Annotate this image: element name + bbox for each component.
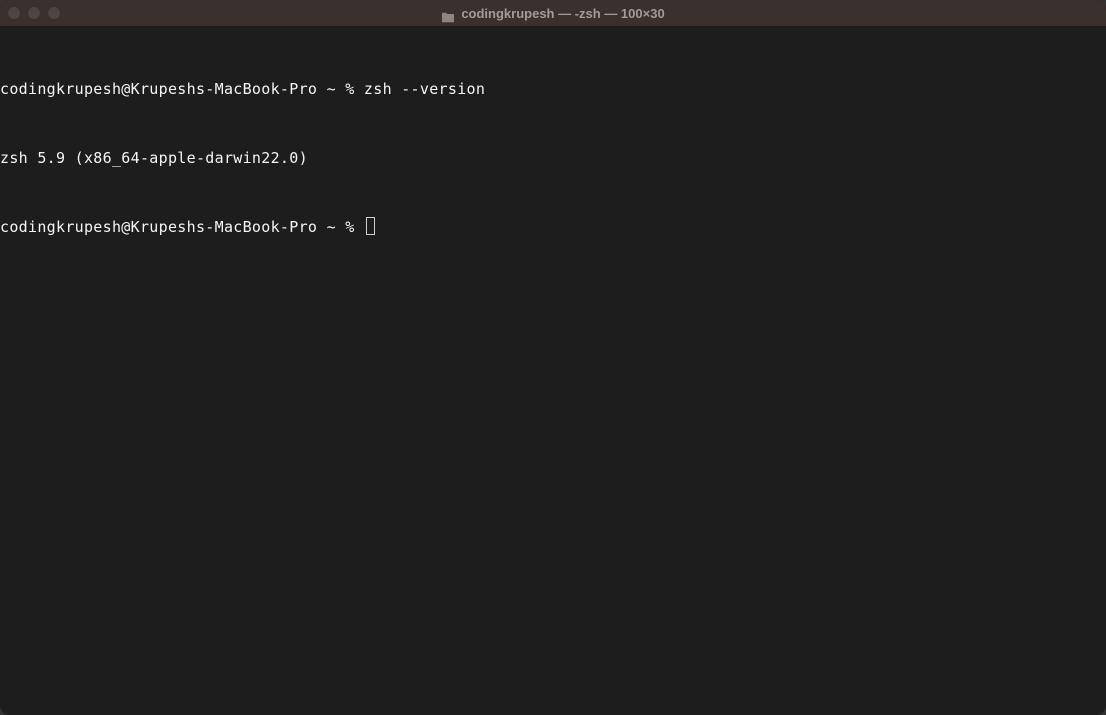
folder-icon [441,8,455,19]
prompt: codingkrupesh@Krupeshs-MacBook-Pro ~ % [0,218,364,236]
window-title: codingkrupesh — -zsh — 100×30 [461,6,664,21]
terminal-window: codingkrupesh — -zsh — 100×30 codingkrup… [0,0,1106,715]
cursor [366,217,375,235]
terminal-body[interactable]: codingkrupesh@Krupeshs-MacBook-Pro ~ % z… [0,26,1106,715]
terminal-line: zsh 5.9 (x86_64-apple-darwin22.0) [0,147,1106,170]
terminal-line: codingkrupesh@Krupeshs-MacBook-Pro ~ % [0,216,1106,239]
close-button[interactable] [8,7,20,19]
minimize-button[interactable] [28,7,40,19]
prompt: codingkrupesh@Krupeshs-MacBook-Pro ~ % [0,80,364,98]
output-text: zsh 5.9 (x86_64-apple-darwin22.0) [0,149,308,167]
window-titlebar[interactable]: codingkrupesh — -zsh — 100×30 [0,0,1106,26]
zoom-button[interactable] [48,7,60,19]
command-text: zsh --version [364,80,485,98]
traffic-lights [0,7,60,19]
window-title-area: codingkrupesh — -zsh — 100×30 [0,6,1106,21]
terminal-line: codingkrupesh@Krupeshs-MacBook-Pro ~ % z… [0,78,1106,101]
